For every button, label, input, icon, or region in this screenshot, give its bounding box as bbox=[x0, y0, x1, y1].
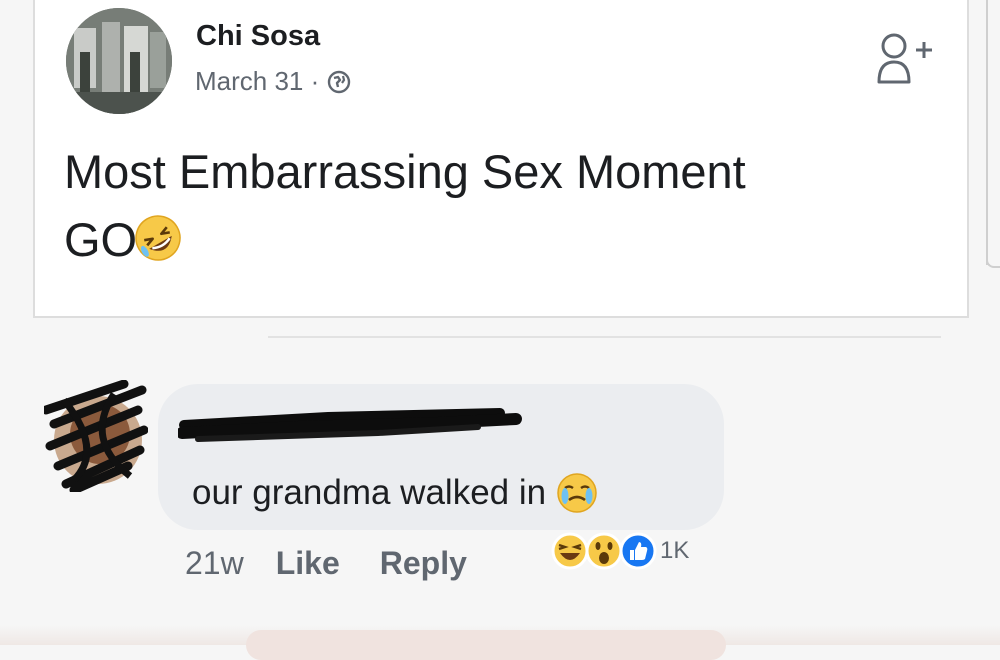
like-reaction-icon bbox=[619, 532, 657, 570]
reaction-summary[interactable]: 1K bbox=[550, 528, 689, 574]
reply-button[interactable]: Reply bbox=[380, 545, 467, 582]
comment-timestamp[interactable]: 21w bbox=[185, 545, 244, 582]
author-avatar[interactable] bbox=[66, 8, 172, 114]
author-name[interactable]: Chi Sosa bbox=[196, 20, 320, 53]
comment-actions: 21w Like Reply bbox=[185, 545, 467, 582]
reaction-count: 1K bbox=[660, 537, 690, 564]
comment-text: our grandma walked in bbox=[192, 472, 598, 514]
commenter-name-redaction bbox=[178, 408, 522, 442]
scroll-edge-line bbox=[986, 0, 988, 265]
globe-icon bbox=[328, 70, 351, 93]
crying-laughing-emoji bbox=[557, 473, 597, 513]
post-meta: March 31 · bbox=[195, 66, 351, 97]
like-button[interactable]: Like bbox=[276, 545, 340, 582]
comment-text-content: our grandma walked in bbox=[192, 473, 547, 512]
next-comment-bubble bbox=[246, 630, 726, 660]
post-text: Most Embarrassing Sex Moment GO bbox=[64, 138, 764, 274]
add-friend-icon[interactable] bbox=[876, 30, 940, 86]
scroll-edge-cap bbox=[986, 258, 1000, 268]
commenter-avatar[interactable] bbox=[44, 380, 148, 492]
section-divider bbox=[268, 336, 941, 338]
post-date[interactable]: March 31 · bbox=[195, 66, 319, 97]
rolling-laughing-emoji bbox=[135, 214, 181, 261]
